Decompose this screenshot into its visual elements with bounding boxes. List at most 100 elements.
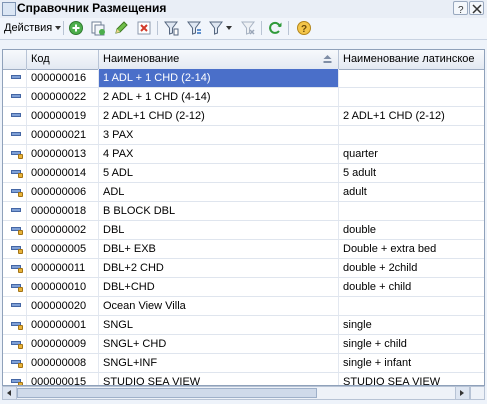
item-icon	[11, 75, 21, 80]
cell-latin[interactable]: quarter	[339, 145, 484, 163]
cell-code[interactable]: 000000021	[27, 126, 99, 144]
cell-code[interactable]: 000000020	[27, 297, 99, 315]
close-window-button[interactable]	[469, 1, 484, 15]
help-title-button[interactable]: ?	[453, 1, 468, 15]
scroll-left-button[interactable]	[3, 387, 17, 399]
table-row[interactable]: 000000013 4 PAX quarter	[3, 145, 484, 164]
cell-code[interactable]: 000000002	[27, 221, 99, 239]
cell-latin[interactable]: double	[339, 221, 484, 239]
svg-text:?: ?	[458, 5, 464, 14]
cell-latin[interactable]: single + child	[339, 335, 484, 353]
table-row[interactable]: 000000020 Ocean View Villa	[3, 297, 484, 316]
cell-latin[interactable]	[339, 126, 484, 144]
table-row[interactable]: 000000014 5 ADL 5 adult	[3, 164, 484, 183]
table-row[interactable]: 000000001 SNGL single	[3, 316, 484, 335]
cell-name[interactable]: Ocean View Villa	[99, 297, 339, 315]
scroll-right-button[interactable]	[455, 387, 469, 399]
table-row[interactable]: 000000015 STUDIO SEA VIEW STUDIO SEA VIEW	[3, 373, 484, 385]
cell-name[interactable]: SNGL	[99, 316, 339, 334]
table-row[interactable]: 000000006 ADL adult	[3, 183, 484, 202]
cell-name[interactable]: 5 ADL	[99, 164, 339, 182]
delete-icon[interactable]	[136, 20, 152, 36]
cell-name[interactable]: DBL	[99, 221, 339, 239]
cell-latin[interactable]: Double + extra bed	[339, 240, 484, 258]
cell-latin[interactable]: double + 2child	[339, 259, 484, 277]
data-table[interactable]: Код Наименование Наименование латинское …	[2, 49, 485, 386]
table-row[interactable]: 000000011 DBL+2 CHD double + 2child	[3, 259, 484, 278]
cell-code[interactable]: 000000014	[27, 164, 99, 182]
cell-latin[interactable]: 2 ADL+1 CHD (2-12)	[339, 107, 484, 125]
item-marked-icon	[11, 170, 23, 178]
item-icon	[11, 113, 21, 118]
row-icon-cell	[3, 335, 27, 353]
cell-code[interactable]: 000000008	[27, 354, 99, 372]
cell-name[interactable]: ADL	[99, 183, 339, 201]
cell-code[interactable]: 000000018	[27, 202, 99, 220]
table-row[interactable]: 000000021 3 PAX	[3, 126, 484, 145]
horizontal-scrollbar[interactable]	[2, 386, 470, 400]
cell-code[interactable]: 000000016	[27, 69, 99, 87]
cell-name[interactable]: 3 PAX	[99, 126, 339, 144]
column-header-code[interactable]: Код	[27, 50, 99, 69]
cell-name[interactable]: SNGL+INF	[99, 354, 339, 372]
table-row[interactable]: 000000018 B BLOCK DBL	[3, 202, 484, 221]
cell-latin[interactable]: STUDIO SEA VIEW	[339, 373, 484, 385]
cell-latin[interactable]: single	[339, 316, 484, 334]
cell-latin[interactable]	[339, 202, 484, 220]
cell-latin[interactable]: single + infant	[339, 354, 484, 372]
cell-name[interactable]: DBL+2 CHD	[99, 259, 339, 277]
scroll-thumb[interactable]	[17, 388, 317, 398]
add-icon[interactable]	[68, 20, 84, 36]
actions-menu-button[interactable]: Действия	[2, 20, 63, 37]
table-row[interactable]: 000000002 DBL double	[3, 221, 484, 240]
cell-name[interactable]: B BLOCK DBL	[99, 202, 339, 220]
cell-latin[interactable]: double + child	[339, 278, 484, 296]
column-header-latin[interactable]: Наименование латинское	[339, 50, 484, 69]
row-icon-cell	[3, 183, 27, 201]
cell-code[interactable]: 000000022	[27, 88, 99, 106]
cell-name[interactable]: STUDIO SEA VIEW	[99, 373, 339, 385]
cell-name[interactable]: DBL+ EXB	[99, 240, 339, 258]
refresh-icon[interactable]	[267, 20, 283, 36]
cell-latin[interactable]	[339, 297, 484, 315]
cell-latin[interactable]	[339, 69, 484, 87]
help-icon[interactable]: ?	[296, 20, 312, 36]
chevron-down-icon[interactable]	[226, 26, 232, 30]
filter-icon[interactable]	[163, 20, 179, 36]
cell-name[interactable]: SNGL+ CHD	[99, 335, 339, 353]
cell-name[interactable]: 4 PAX	[99, 145, 339, 163]
table-row[interactable]: 000000010 DBL+CHD double + child	[3, 278, 484, 297]
cell-name[interactable]: 2 ADL+1 CHD (2-12)	[99, 107, 339, 125]
copy-icon[interactable]	[90, 20, 106, 36]
table-row[interactable]: 000000022 2 ADL + 1 CHD (4-14)	[3, 88, 484, 107]
row-icon-cell	[3, 88, 27, 106]
cell-name[interactable]: 1 ADL + 1 CHD (2-14)	[99, 69, 339, 87]
cell-latin[interactable]: adult	[339, 183, 484, 201]
column-header-name[interactable]: Наименование	[99, 50, 339, 69]
table-row[interactable]: 000000009 SNGL+ CHD single + child	[3, 335, 484, 354]
cell-name[interactable]: DBL+CHD	[99, 278, 339, 296]
header-icon-column[interactable]	[3, 50, 27, 69]
cell-latin[interactable]	[339, 88, 484, 106]
cell-code[interactable]: 000000010	[27, 278, 99, 296]
cell-code[interactable]: 000000013	[27, 145, 99, 163]
edit-icon[interactable]	[113, 20, 129, 36]
table-row[interactable]: 000000008 SNGL+INF single + infant	[3, 354, 484, 373]
cell-code[interactable]: 000000001	[27, 316, 99, 334]
clear-filter-icon[interactable]	[240, 20, 256, 36]
toolbar: Действия ?	[0, 18, 487, 40]
item-marked-icon	[11, 151, 23, 159]
table-row[interactable]: 000000016 1 ADL + 1 CHD (2-14)	[3, 69, 484, 88]
table-row[interactable]: 000000019 2 ADL+1 CHD (2-12) 2 ADL+1 CHD (…	[3, 107, 484, 126]
cell-code[interactable]: 000000006	[27, 183, 99, 201]
cell-code[interactable]: 000000005	[27, 240, 99, 258]
filter-by-value-icon[interactable]	[186, 20, 202, 36]
cell-code[interactable]: 000000011	[27, 259, 99, 277]
filter-history-icon[interactable]	[208, 20, 224, 36]
cell-code[interactable]: 000000009	[27, 335, 99, 353]
cell-code[interactable]: 000000019	[27, 107, 99, 125]
cell-code[interactable]: 000000015	[27, 373, 99, 385]
table-row[interactable]: 000000005 DBL+ EXB Double + extra bed	[3, 240, 484, 259]
cell-latin[interactable]: 5 adult	[339, 164, 484, 182]
cell-name[interactable]: 2 ADL + 1 CHD (4-14)	[99, 88, 339, 106]
